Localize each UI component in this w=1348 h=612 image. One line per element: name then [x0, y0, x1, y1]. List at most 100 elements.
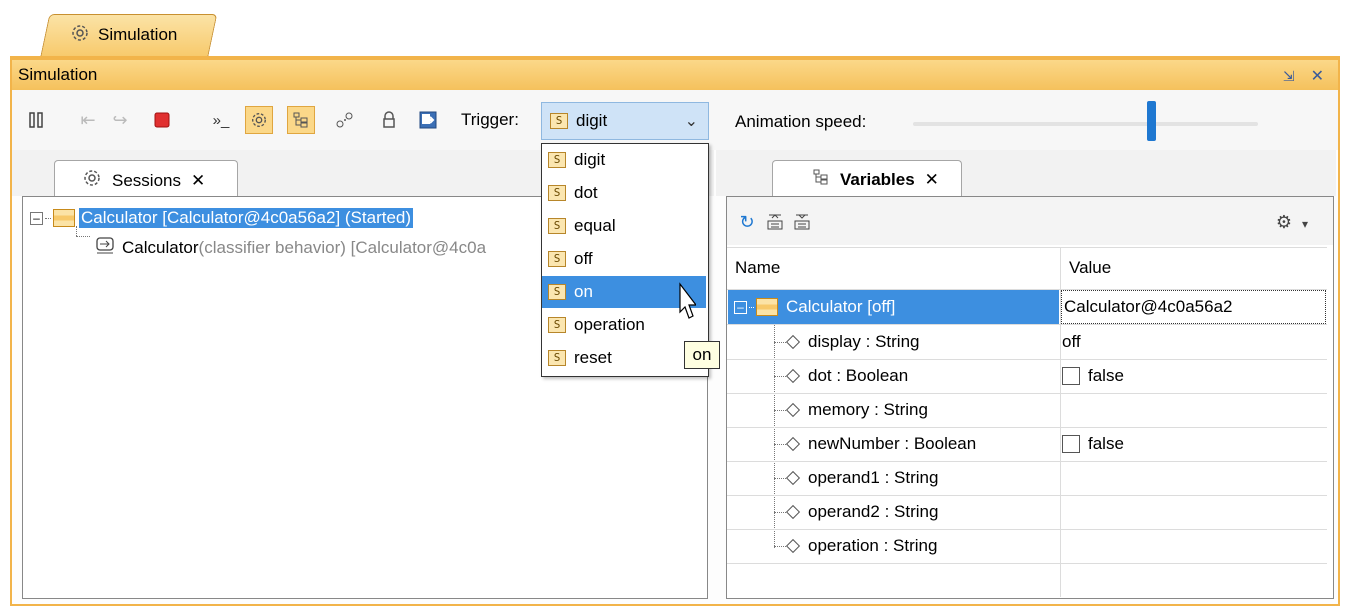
variable-row[interactable]: memory : String: [785, 398, 928, 422]
restore-icon[interactable]: ⇲: [1283, 68, 1295, 85]
variable-row[interactable]: dot : Boolean: [785, 364, 909, 388]
checkbox[interactable]: [1062, 435, 1080, 453]
variables-root-value-text: Calculator@4c0a56a2: [1064, 297, 1233, 316]
console-icon[interactable]: »_: [206, 108, 236, 132]
window-controls: ⇲ ✕: [1283, 66, 1324, 86]
variable-value[interactable]: false: [1062, 432, 1124, 456]
tree-line: [774, 512, 786, 513]
grid-line: [727, 563, 1327, 564]
simulation-tab-content[interactable]: Simulation: [70, 22, 177, 48]
trigger-option[interactable]: Sdot: [542, 177, 706, 209]
variable-row[interactable]: operand1 : String: [785, 466, 939, 490]
auto-start-icon[interactable]: [245, 106, 273, 134]
show-variables-icon[interactable]: [287, 106, 315, 134]
grid-line: [727, 359, 1327, 360]
tree-line: [774, 444, 786, 445]
trigger-option-label: operation: [574, 315, 645, 334]
export-icon[interactable]: [416, 108, 440, 132]
variable-row[interactable]: operand2 : String: [785, 500, 939, 524]
variables-root-value[interactable]: Calculator@4c0a56a2: [1061, 290, 1326, 324]
collapse-icon[interactable]: –: [734, 300, 747, 314]
close-variables-tab-icon[interactable]: ✕: [925, 170, 939, 190]
simulation-tab-label: Simulation: [98, 25, 178, 44]
grid-line: [727, 461, 1327, 462]
mouse-cursor-icon: [679, 282, 696, 319]
sessions-tab-content[interactable]: Sessions ✕: [82, 168, 205, 193]
tree-line: [774, 376, 786, 377]
checkbox[interactable]: [1062, 367, 1080, 385]
column-header-name[interactable]: Name: [735, 258, 780, 278]
tree-line: [774, 478, 786, 479]
variable-name: display : String: [808, 332, 920, 351]
trigger-option[interactable]: Soff: [542, 243, 706, 275]
animation-speed-thumb[interactable]: [1147, 101, 1157, 141]
session-child-detail: (classifier behavior) [Calculator@4c0a: [198, 238, 487, 257]
column-header-value[interactable]: Value: [1069, 258, 1111, 278]
trigger-combobox[interactable]: S digit ⌄: [541, 102, 709, 140]
close-sessions-tab-icon[interactable]: ✕: [191, 171, 205, 191]
signal-icon: S: [548, 350, 566, 366]
variable-value[interactable]: false: [1062, 364, 1124, 388]
session-child-row[interactable]: Calculator (classifier behavior) [Calcul…: [94, 236, 486, 260]
property-icon: [785, 470, 801, 486]
class-icon: [756, 298, 778, 316]
lock-icon[interactable]: [377, 108, 401, 132]
collapse-icon[interactable]: –: [30, 211, 43, 225]
variables-tab-content[interactable]: Variables ✕: [812, 168, 939, 191]
property-icon: [785, 538, 801, 554]
property-icon: [785, 368, 801, 384]
trigger-option-label: dot: [574, 183, 598, 202]
tooltip: on: [684, 341, 720, 369]
trigger-option[interactable]: Sreset: [542, 342, 706, 374]
signal-icon: S: [548, 185, 566, 201]
window-title: Simulation: [18, 65, 98, 84]
tree-line: [774, 410, 786, 411]
variable-name: operand1 : String: [808, 468, 939, 487]
tree-line: [774, 546, 786, 547]
variable-name: memory : String: [808, 400, 928, 419]
terminate-icon[interactable]: [150, 108, 174, 132]
variable-name: dot : Boolean: [808, 366, 909, 385]
trigger-option-label: equal: [574, 216, 616, 235]
property-icon: [785, 436, 801, 452]
trigger-value: digit: [576, 111, 608, 130]
variable-row[interactable]: display : String: [785, 330, 920, 354]
chevron-down-icon[interactable]: ⌄: [685, 111, 698, 131]
collapse-all-icon[interactable]: [790, 210, 814, 234]
signal-icon: S: [548, 218, 566, 234]
pause-icon[interactable]: [24, 108, 48, 132]
expand-all-icon[interactable]: [763, 210, 787, 234]
window-titlebar: Simulation: [12, 60, 1338, 90]
trigger-label: Trigger:: [461, 110, 519, 129]
animation-icon[interactable]: [333, 108, 357, 132]
trigger-option[interactable]: Sequal: [542, 210, 706, 242]
variables-root-row[interactable]: – Calculator [off]: [734, 295, 895, 319]
step-into-icon[interactable]: ⇤: [76, 108, 100, 132]
signal-icon: S: [548, 251, 566, 267]
close-window-icon[interactable]: ✕: [1311, 66, 1324, 86]
caret-down-icon[interactable]: ▾: [1298, 212, 1312, 236]
step-over-icon[interactable]: ↪: [108, 108, 132, 132]
signal-icon: S: [548, 152, 566, 168]
sessions-icon: [82, 168, 102, 193]
tree-line: [76, 236, 90, 237]
session-root-row[interactable]: – Calculator [Calculator@4c0a56a2] (Star…: [30, 206, 414, 230]
property-icon: [785, 402, 801, 418]
grid-line: [727, 495, 1327, 496]
refresh-icon[interactable]: ↻: [735, 210, 759, 234]
trigger-option[interactable]: Sdigit: [542, 144, 706, 176]
variable-value[interactable]: off: [1062, 330, 1081, 354]
variable-name: operand2 : String: [808, 502, 939, 521]
signal-icon: S: [548, 317, 566, 333]
tree-line: [774, 342, 786, 343]
trigger-option-label: on: [574, 282, 593, 301]
variable-row[interactable]: newNumber : Boolean: [785, 432, 976, 456]
grid-line: [727, 393, 1327, 394]
variables-icon: [812, 168, 830, 191]
trigger-option-label: reset: [574, 348, 612, 367]
variables-toolbar: [727, 197, 1333, 245]
variable-row[interactable]: operation : String: [785, 534, 937, 558]
animation-speed-slider[interactable]: [913, 122, 1258, 126]
gear-icon[interactable]: ⚙: [1272, 210, 1296, 234]
session-root-label: Calculator [Calculator@4c0a56a2] (Starte…: [79, 208, 414, 228]
